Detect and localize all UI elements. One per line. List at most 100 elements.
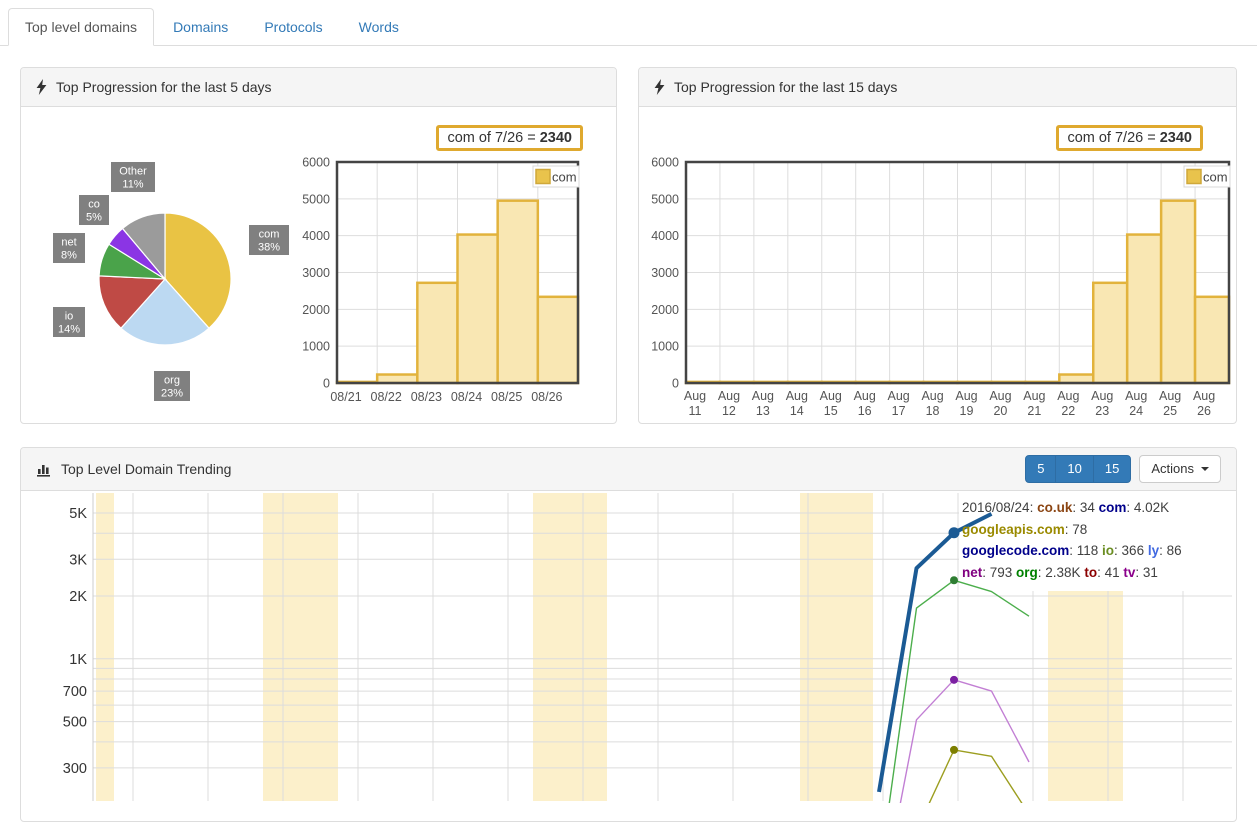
- bar-chart-icon: [36, 461, 52, 477]
- tab-protocols-label[interactable]: Protocols: [247, 8, 339, 46]
- panel-5days-body: com of 7/26 = 2340 com38%org23%io14%net8…: [21, 107, 616, 423]
- svg-text:08/24: 08/24: [451, 390, 482, 404]
- svg-text:0: 0: [672, 377, 679, 391]
- svg-text:15: 15: [824, 404, 838, 418]
- tab-top-level-domains-label[interactable]: Top level domains: [8, 8, 154, 46]
- svg-text:io: io: [65, 311, 74, 323]
- panel-top-progression-15days: Top Progression for the last 15 days com…: [638, 67, 1237, 424]
- svg-text:Aug: Aug: [786, 389, 808, 403]
- svg-text:Aug: Aug: [1125, 389, 1147, 403]
- badge-value: 2340: [1160, 130, 1192, 146]
- caret-down-icon: [1201, 467, 1209, 471]
- svg-text:Aug: Aug: [1091, 389, 1113, 403]
- svg-text:18: 18: [926, 404, 940, 418]
- svg-text:2K: 2K: [69, 589, 87, 605]
- svg-text:Aug: Aug: [684, 389, 706, 403]
- badge-value: 2340: [540, 130, 572, 146]
- svg-text:Other: Other: [119, 166, 147, 178]
- tab-protocols[interactable]: Protocols: [247, 8, 339, 45]
- svg-text:5%: 5%: [86, 212, 102, 224]
- tab-top-level-domains[interactable]: Top level domains: [8, 8, 154, 45]
- svg-text:3000: 3000: [302, 266, 330, 280]
- svg-text:0: 0: [323, 377, 330, 391]
- panel-5days-header: Top Progression for the last 5 days: [21, 68, 616, 107]
- svg-text:Aug: Aug: [888, 389, 910, 403]
- svg-text:co: co: [88, 199, 100, 211]
- svg-text:4000: 4000: [651, 229, 679, 243]
- svg-text:6000: 6000: [302, 156, 330, 170]
- svg-text:11%: 11%: [122, 179, 143, 191]
- bolt-icon: [36, 79, 47, 95]
- trending-title: Top Level Domain Trending: [61, 461, 231, 477]
- svg-text:5000: 5000: [651, 192, 679, 206]
- pie-and-bar-chart-5days: com38%org23%io14%net8%co5%Other11%010002…: [21, 107, 616, 423]
- svg-text:com: com: [552, 170, 577, 185]
- svg-text:3000: 3000: [651, 266, 679, 280]
- trend-tooltip-line: 2016/08/24: co.uk: 34 com: 4.02K: [962, 497, 1182, 519]
- svg-text:26: 26: [1197, 404, 1211, 418]
- svg-text:12: 12: [722, 404, 736, 418]
- svg-text:com: com: [259, 229, 280, 241]
- svg-text:Aug: Aug: [820, 389, 842, 403]
- svg-text:1000: 1000: [302, 340, 330, 354]
- svg-text:org: org: [164, 375, 180, 387]
- svg-text:2000: 2000: [651, 303, 679, 317]
- svg-text:Aug: Aug: [854, 389, 876, 403]
- svg-text:300: 300: [63, 761, 87, 777]
- panel-15days-title: Top Progression for the last 15 days: [674, 79, 897, 95]
- tab-domains-label[interactable]: Domains: [156, 8, 245, 46]
- svg-text:Aug: Aug: [718, 389, 740, 403]
- trend-tooltip: 2016/08/24: co.uk: 34 com: 4.02Kgoogleap…: [962, 497, 1182, 583]
- trending-header: Top Level Domain Trending 5 10 15 Action…: [21, 448, 1236, 491]
- trending-body: 5K3K2K1K700500300 2016/08/24: co.uk: 34 …: [21, 491, 1236, 821]
- svg-text:17: 17: [892, 404, 906, 418]
- tab-bar: Top level domains Domains Protocols Word…: [0, 8, 1257, 46]
- svg-text:25: 25: [1163, 404, 1177, 418]
- svg-text:Aug: Aug: [921, 389, 943, 403]
- svg-text:08/26: 08/26: [531, 390, 562, 404]
- svg-text:20: 20: [993, 404, 1007, 418]
- com-count-badge: com of 7/26 = 2340: [1056, 125, 1203, 151]
- svg-text:Aug: Aug: [1159, 389, 1181, 403]
- trend-tooltip-line: googlecode.com: 118 io: 366 ly: 86: [962, 540, 1182, 562]
- bolt-icon: [654, 79, 665, 95]
- svg-text:14%: 14%: [58, 324, 80, 336]
- bar-chart-15days: 0100020003000400050006000Aug11Aug12Aug13…: [639, 107, 1236, 423]
- svg-text:5K: 5K: [69, 506, 87, 522]
- range-button-group: 5 10 15: [1025, 455, 1131, 483]
- tab-words-label[interactable]: Words: [342, 8, 416, 46]
- svg-text:38%: 38%: [258, 242, 280, 254]
- svg-text:22: 22: [1061, 404, 1075, 418]
- svg-text:Aug: Aug: [989, 389, 1011, 403]
- svg-text:Aug: Aug: [752, 389, 774, 403]
- trend-tooltip-line: net: 793 org: 2.38K to: 41 tv: 31: [962, 562, 1182, 584]
- svg-text:500: 500: [63, 715, 87, 731]
- svg-text:6000: 6000: [651, 156, 679, 170]
- panel-15days-body: com of 7/26 = 2340 0 1000 2000 3000 4000 5000…: [639, 107, 1236, 423]
- svg-text:24: 24: [1129, 404, 1143, 418]
- range-15-button[interactable]: 15: [1093, 455, 1131, 483]
- svg-text:5000: 5000: [302, 192, 330, 206]
- svg-text:19: 19: [960, 404, 974, 418]
- com-count-badge: com of 7/26 = 2340: [436, 125, 583, 151]
- svg-text:21: 21: [1027, 404, 1041, 418]
- svg-text:23%: 23%: [161, 388, 183, 400]
- badge-text: com of 7/26 =: [1067, 130, 1159, 146]
- svg-text:16: 16: [858, 404, 872, 418]
- actions-dropdown-button[interactable]: Actions: [1139, 455, 1221, 483]
- svg-text:08/23: 08/23: [411, 390, 442, 404]
- svg-text:Aug: Aug: [1023, 389, 1045, 403]
- range-5-button[interactable]: 5: [1025, 455, 1056, 483]
- panel-tld-trending: Top Level Domain Trending 5 10 15 Action…: [20, 447, 1237, 822]
- svg-text:2000: 2000: [302, 303, 330, 317]
- range-10-button[interactable]: 10: [1055, 455, 1093, 483]
- panel-5days-title: Top Progression for the last 5 days: [56, 79, 272, 95]
- svg-text:08/25: 08/25: [491, 390, 522, 404]
- tab-domains[interactable]: Domains: [156, 8, 245, 45]
- svg-text:Aug: Aug: [1057, 389, 1079, 403]
- svg-text:4000: 4000: [302, 229, 330, 243]
- tab-words[interactable]: Words: [342, 8, 416, 45]
- panel-top-progression-5days: Top Progression for the last 5 days com …: [20, 67, 617, 424]
- svg-text:14: 14: [790, 404, 804, 418]
- svg-text:1000: 1000: [651, 340, 679, 354]
